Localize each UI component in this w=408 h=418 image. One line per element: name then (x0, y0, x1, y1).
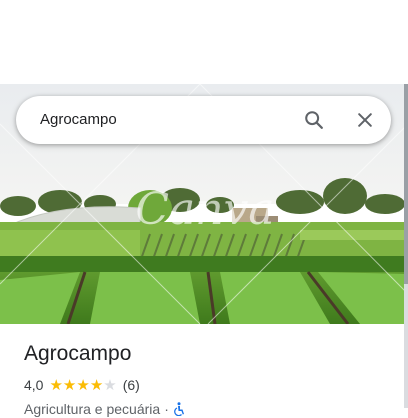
canva-watermark: Canva (135, 184, 274, 235)
star-full-icon: ★ (49, 376, 63, 394)
star-full-icon: ★ (62, 376, 77, 394)
place-category[interactable]: Agricultura e pecuária (24, 401, 160, 417)
rating-value: 4,0 (24, 377, 44, 393)
search-button[interactable] (298, 104, 330, 136)
place-title: Agrocampo (24, 342, 132, 365)
review-count[interactable]: (6) (123, 377, 140, 393)
category-row: Agricultura e pecuária · (24, 400, 185, 418)
star-empty-icon: ★ (103, 376, 117, 394)
place-details-panel: Agrocampo 4,0 ★ ★ ★ ★ ★ (6) Agricultura e pe… (0, 324, 404, 417)
wheelchair-icon (173, 402, 184, 416)
star-full-icon: ★ (89, 376, 104, 394)
star-rating: ★ ★ ★ ★ ★ (49, 378, 116, 393)
star-full-icon: ★ (76, 376, 90, 394)
scrollbar-thumb[interactable] (404, 84, 408, 284)
blank-top-area (0, 0, 408, 84)
search-box[interactable]: Agrocampo (16, 96, 391, 144)
rating-row[interactable]: 4,0 ★ ★ ★ ★ ★ (6) (24, 376, 140, 394)
clear-search-button[interactable] (349, 104, 381, 136)
search-icon (305, 111, 323, 129)
close-icon (358, 113, 372, 127)
separator-dot: · (164, 401, 169, 417)
search-input[interactable]: Agrocampo (40, 96, 117, 144)
panel-scrollbar[interactable] (404, 84, 408, 408)
